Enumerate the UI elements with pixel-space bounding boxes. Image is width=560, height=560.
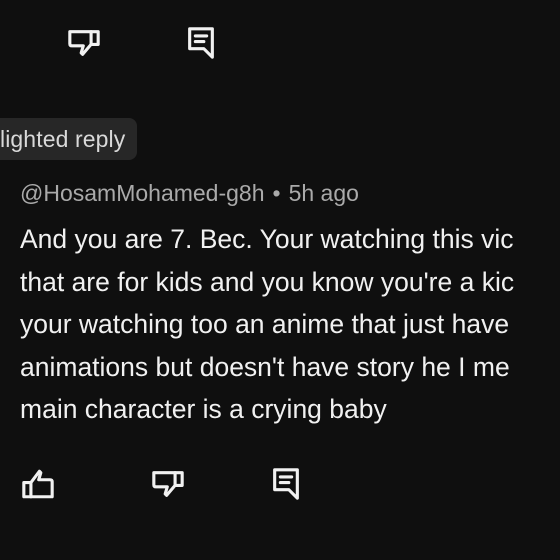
comment-author[interactable]: @HosamMohamed-g8h <box>20 180 265 206</box>
comment-line: And you are 7. Bec. Your watching this v… <box>20 224 514 254</box>
comment-line: main character is a crying baby <box>20 394 387 424</box>
comment-line: animations but doesn't have story he I m… <box>20 351 510 382</box>
comment-line: your watching too an anime that just hav… <box>20 309 510 339</box>
dislike-button-top[interactable] <box>64 23 104 63</box>
highlighted-reply-badge: lighted reply <box>0 118 138 160</box>
highlighted-reply-label: lighted reply <box>0 125 126 152</box>
thumbs-down-icon <box>68 30 100 56</box>
reply-button-top[interactable] <box>181 23 221 63</box>
like-button[interactable] <box>18 464 58 504</box>
meta-separator: • <box>272 180 281 206</box>
reply-button[interactable] <box>266 464 306 504</box>
comment-text: And you are 7. Bec. Your watching this v… <box>20 218 560 431</box>
reply-icon <box>188 27 214 59</box>
comment-timestamp[interactable]: 5h ago <box>289 180 359 206</box>
reply-icon <box>273 468 299 500</box>
comment-meta: @HosamMohamed-g8h • 5h ago <box>20 180 359 207</box>
comment-line: that are for kids and you know you're a … <box>20 266 515 297</box>
thumbs-up-icon <box>22 469 54 499</box>
dislike-button[interactable] <box>148 464 188 504</box>
thumbs-down-icon <box>152 471 184 497</box>
